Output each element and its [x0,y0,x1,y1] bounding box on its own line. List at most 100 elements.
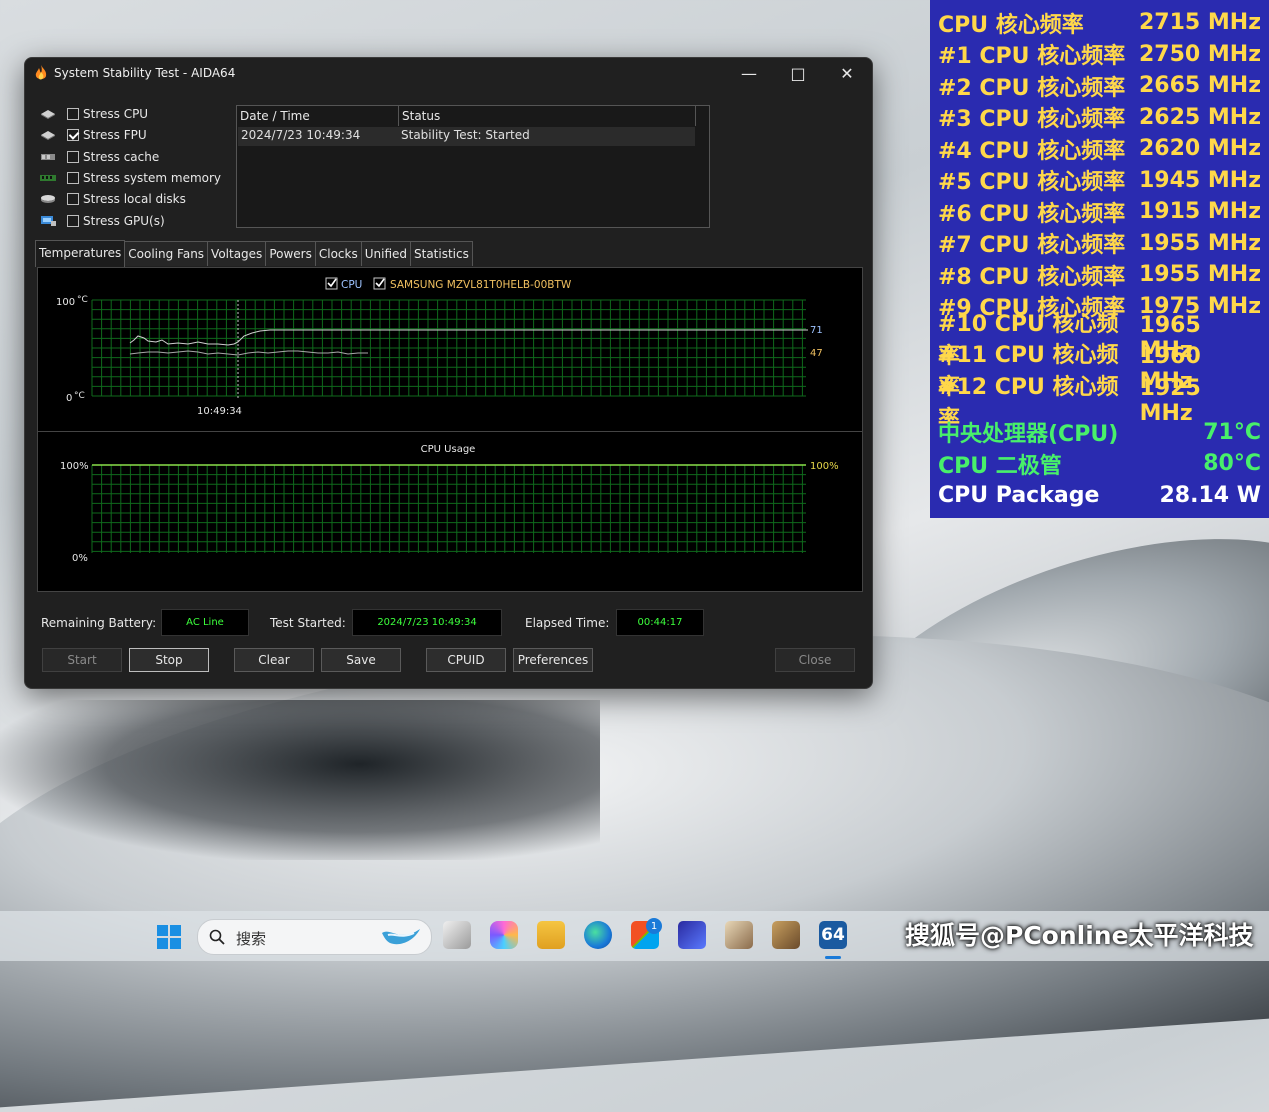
elapsed-time-label: Elapsed Time: [525,616,610,630]
close-window-button[interactable]: ✕ [823,58,871,88]
window-title: System Stability Test - AIDA64 [54,66,236,80]
osd-value: 2620 MHz [1139,136,1261,161]
preferences-button[interactable]: Preferences [513,648,593,672]
osd-label: #7 CPU 核心频率 [938,233,1126,258]
tab-temperatures[interactable]: Temperatures [35,240,126,267]
osd-value: 1955 MHz [1139,262,1261,287]
osd-value: 80°C [1203,451,1261,476]
tab-clocks[interactable]: Clocks [314,241,362,266]
osd-value: 2665 MHz [1139,73,1261,98]
stress-option-cpu[interactable]: Stress CPU [39,105,148,123]
cpu-chip-icon [41,110,55,119]
stress-cache-checkbox[interactable] [67,151,79,163]
app-icon[interactable] [678,921,706,949]
maximize-icon: □ [790,63,806,83]
minimize-icon: — [741,63,757,83]
osd-label: #1 CPU 核心频率 [938,44,1126,69]
archive-app-icon[interactable] [772,921,800,949]
osd-label: #8 CPU 核心频率 [938,264,1126,290]
temperature-graph: CPU SAMSUNG MZVL81T0HELB-00BTW 100 °C 0 … [37,267,863,432]
minimize-button[interactable]: — [725,58,773,88]
maximize-button[interactable]: □ [774,58,822,88]
taskbar-search-box[interactable]: 搜索 [197,919,432,955]
osd-value: 71°C [1203,419,1261,445]
ssd-legend[interactable]: SAMSUNG MZVL81T0HELB-00BTW [373,277,572,291]
osd-row: #6 CPU 核心频率 1915 MHz [938,196,1261,227]
start-button[interactable]: Start [42,648,122,672]
osd-label: #3 CPU 核心频率 [938,107,1126,132]
tab-statistics[interactable]: Statistics [410,241,473,266]
aida64-flame-icon [35,65,47,80]
test-started-label: Test Started: [270,616,346,630]
y-axis-top-label: 100 [56,297,75,308]
osd-row: #1 CPU 核心频率 2750 MHz [938,39,1261,70]
cpu-temp-value: 71 [810,325,823,336]
usage-y-bottom-label: 0% [72,553,88,564]
osd-label: CPU 二极管 [938,453,1062,479]
y-axis-bottom-label: 0 [66,393,72,404]
task-view-icon[interactable] [443,921,471,949]
clear-button[interactable]: Clear [234,648,314,672]
stress-cpu-label: Stress CPU [83,107,149,121]
cpu-usage-graph-canvas: CPU Usage 100% 0% 100% [60,444,839,564]
watermark: 搜狐号@PConline太平洋科技 [905,921,1254,950]
osd-value: 28.14 W [1159,482,1261,508]
osd-value: 2750 MHz [1139,41,1261,67]
disk-icon [41,195,55,203]
stress-disks-label: Stress local disks [83,192,186,206]
copilot-icon[interactable] [490,921,518,949]
store-badge: 1 [646,918,662,934]
osd-row: #4 CPU 核心频率 2620 MHz [938,133,1261,164]
log-header-status[interactable]: Status [399,106,696,126]
stress-option-cache[interactable]: Stress cache [39,148,159,166]
stress-fpu-checkbox[interactable] [67,129,79,141]
stress-option-fpu[interactable]: Stress FPU [39,126,147,144]
osd-label: CPU 核心频率 [938,12,1084,38]
log-cell-datetime: 2024/7/23 10:49:34 [241,128,361,142]
search-highlight-icon [382,929,420,945]
osd-label: #4 CPU 核心频率 [938,138,1126,164]
stress-option-memory[interactable]: Stress system memory [39,169,221,187]
stress-disks-checkbox[interactable] [67,193,79,205]
stress-memory-label: Stress system memory [83,171,222,185]
osd-label: #5 CPU 核心频率 [938,170,1126,195]
battery-value: AC Line [161,609,249,636]
stress-cache-label: Stress cache [83,150,160,164]
time-axis-label: 10:49:34 [197,406,242,417]
stress-option-gpu[interactable]: Stress GPU(s) [39,212,165,230]
edge-browser-icon[interactable] [584,921,612,949]
temperature-grid [91,299,806,397]
windows-start-icon[interactable] [156,924,182,950]
tab-powers[interactable]: Powers [265,241,316,266]
aida64-taskbar-icon[interactable]: 64 [819,921,847,949]
close-button[interactable]: Close [775,648,855,672]
test-started-value: 2024/7/23 10:49:34 [352,609,502,636]
package-app-icon[interactable] [725,921,753,949]
stress-memory-checkbox[interactable] [67,172,79,184]
save-button[interactable]: Save [321,648,401,672]
file-explorer-icon[interactable] [537,921,565,949]
tab-cooling-fans[interactable]: Cooling Fans [124,241,209,266]
osd-value: 2715 MHz [1139,10,1261,35]
tab-voltages[interactable]: Voltages [207,241,267,266]
stop-button[interactable]: Stop [129,648,209,672]
stress-option-disks[interactable]: Stress local disks [39,190,186,208]
log-header-datetime[interactable]: Date / Time [237,106,399,126]
stress-gpu-checkbox[interactable] [67,215,79,227]
active-app-indicator [825,956,841,959]
osd-value: 1945 MHz [1139,167,1261,193]
title-bar[interactable]: System Stability Test - AIDA64 — □ ✕ [25,58,872,88]
status-log-list[interactable]: Date / Time Status 2024/7/23 10:49:34 St… [236,105,710,228]
y-axis-bottom-unit: °C [74,391,85,401]
cpu-legend[interactable]: CPU [325,277,362,291]
elapsed-time-value: 00:44:17 [616,609,704,636]
stability-test-window: System Stability Test - AIDA64 — □ ✕ Str… [24,57,873,689]
usage-y-top-label: 100% [60,461,89,472]
osd-row: #8 CPU 核心频率 1955 MHz [938,259,1261,290]
tab-unified[interactable]: Unified [360,241,411,266]
cpuid-button[interactable]: CPUID [426,648,506,672]
osd-value: 1915 MHz [1139,199,1261,224]
osd-row: #2 CPU 核心频率 2665 MHz [938,70,1261,101]
stress-cpu-checkbox[interactable] [67,108,79,120]
osd-row: #5 CPU 核心频率 1945 MHz [938,165,1261,196]
